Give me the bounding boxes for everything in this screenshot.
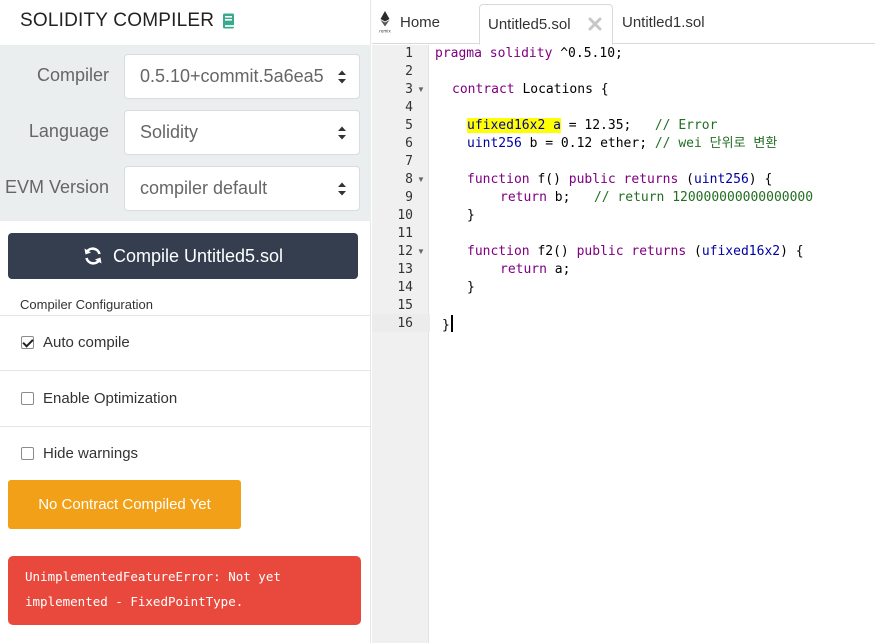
language-value: Solidity — [140, 122, 199, 142]
line-number: 10 — [397, 208, 413, 223]
compile-status-label: No Contract Compiled Yet — [38, 496, 211, 513]
line-number: 15 — [397, 298, 413, 313]
evm-version-label: EVM Version — [4, 177, 109, 197]
line-number: 3 — [405, 82, 413, 97]
line-number: 11 — [397, 226, 413, 241]
fold-arrow-icon[interactable]: ▼ — [417, 81, 425, 99]
evm-version-select[interactable]: compiler default — [124, 166, 360, 211]
tab-untitled1[interactable]: Untitled1.sol — [622, 0, 705, 44]
compiler-panel: SOLIDITY COMPILER Compiler 0.5.10+commit… — [0, 0, 371, 643]
fold-arrow-icon[interactable]: ▼ — [417, 243, 425, 261]
compiler-label: Compiler — [36, 65, 109, 85]
code-line: function f2() public returns (ufixed16x2… — [467, 244, 804, 259]
auto-compile-option[interactable]: Auto compile — [21, 334, 130, 351]
remix-logo-icon: remix — [379, 11, 391, 34]
hide-warnings-option[interactable]: Hide warnings — [21, 445, 138, 462]
code-line: pragma solidity ^0.5.10; — [435, 46, 623, 61]
line-number: 16 — [397, 316, 413, 331]
language-label: Language — [28, 121, 109, 141]
compile-status-button[interactable]: No Contract Compiled Yet — [8, 480, 241, 529]
highlighted-token: ufixed16x2 a — [467, 118, 561, 133]
code-line: } — [467, 208, 475, 223]
tab-untitled1-label: Untitled1.sol — [622, 13, 705, 31]
line-number: 2 — [405, 64, 413, 79]
enable-optimization-option[interactable]: Enable Optimization — [21, 390, 177, 407]
editor-tabs: remix Home Untitled5.sol Untitled1.sol — [372, 0, 875, 45]
hide-warnings-label: Hide warnings — [43, 445, 139, 462]
code-line: } — [442, 315, 453, 335]
line-number: 14 — [397, 280, 413, 295]
auto-compile-label: Auto compile — [43, 334, 130, 351]
error-line-2: implemented - FixedPointType. — [25, 594, 244, 609]
line-number: 1 — [405, 46, 413, 61]
select-arrows-icon — [338, 70, 346, 83]
tab-home[interactable]: remix Home — [378, 0, 440, 44]
select-arrows-icon — [338, 182, 346, 195]
code-line: } — [467, 280, 475, 295]
compile-button-label: Compile Untitled5.sol — [112, 245, 284, 266]
auto-compile-checkbox[interactable] — [21, 336, 34, 349]
remix-logo-text: remix — [379, 29, 391, 34]
line-number: 8 — [405, 172, 413, 187]
error-line-1: UnimplementedFeatureError: Not yet — [25, 569, 281, 584]
enable-optimization-checkbox[interactable] — [21, 392, 34, 405]
line-number: 5 — [405, 118, 413, 133]
enable-optimization-label: Enable Optimization — [43, 390, 178, 407]
line-number: 6 — [405, 136, 413, 151]
tab-untitled5-label: Untitled5.sol — [488, 16, 571, 33]
code-line: contract Locations { — [452, 82, 609, 97]
book-icon[interactable] — [222, 13, 235, 29]
divider — [0, 315, 371, 316]
compiler-version-value: 0.5.10+commit.5a6ea5 — [140, 66, 324, 86]
panel-title-text: SOLIDITY COMPILER — [20, 10, 215, 31]
compiler-settings: Compiler 0.5.10+commit.5a6ea5 Language S… — [0, 45, 371, 221]
code-line: ufixed16x2 a = 12.35; // Error — [467, 118, 718, 133]
compiler-version-select[interactable]: 0.5.10+commit.5a6ea5 — [124, 54, 360, 99]
text-cursor — [450, 315, 453, 332]
select-arrows-icon — [338, 126, 346, 139]
refresh-icon — [84, 247, 102, 265]
tab-home-label: Home — [400, 13, 441, 31]
compile-error-message: UnimplementedFeatureError: Not yet imple… — [8, 556, 361, 625]
line-number: 7 — [405, 154, 413, 169]
divider — [0, 426, 371, 427]
line-number: 9 — [405, 190, 413, 205]
close-icon[interactable] — [587, 16, 603, 32]
tab-untitled5[interactable]: Untitled5.sol — [479, 4, 613, 45]
divider — [0, 370, 371, 371]
code-line: return a; — [500, 262, 571, 277]
line-number: 13 — [397, 262, 413, 277]
line-number: 4 — [405, 100, 413, 115]
line-number: 12 — [397, 244, 413, 259]
language-select[interactable]: Solidity — [124, 110, 360, 155]
panel-title: SOLIDITY COMPILER — [20, 10, 235, 32]
code-line: return b; // return 120000000000000000 — [500, 190, 814, 205]
code-line: uint256 b = 0.12 ether; // wei 단위로 변환 — [467, 136, 778, 151]
evm-version-value: compiler default — [140, 178, 268, 198]
compile-button[interactable]: Compile Untitled5.sol — [8, 233, 358, 279]
code-line: function f() public returns (uint256) { — [467, 172, 773, 187]
hide-warnings-checkbox[interactable] — [21, 447, 34, 460]
code-editor[interactable]: pragma solidity ^0.5.10; contract Locati… — [430, 45, 875, 643]
line-number-gutter: 1 2 3 ▼ 4 5 6 7 8 ▼ 9 10 11 12 ▼ 13 14 1… — [372, 45, 429, 643]
compiler-configuration-label: Compiler Configuration — [20, 297, 153, 312]
fold-arrow-icon[interactable]: ▼ — [417, 171, 425, 189]
